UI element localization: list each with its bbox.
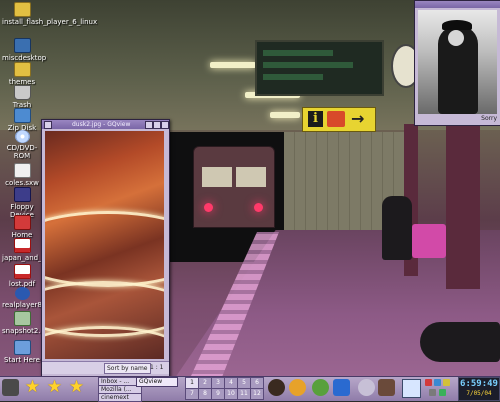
workspace-12[interactable]: 12 <box>250 388 264 400</box>
desktop-icon-label: realplayer8 <box>2 301 42 309</box>
wallpaper-lying-person <box>420 322 500 362</box>
wallpaper-departure-board <box>255 40 384 96</box>
window-menu-button[interactable] <box>44 121 52 129</box>
folder-icon <box>13 2 31 17</box>
wallpaper-pillar <box>446 124 480 289</box>
image-viewer-window[interactable]: Sorry <box>414 0 500 126</box>
star-launcher-icon[interactable]: ★ <box>24 378 41 396</box>
apple-launcher-icon[interactable] <box>312 379 329 396</box>
image-swirl <box>45 326 164 359</box>
desktop-icon-lost-pdf[interactable]: lost.pdf <box>2 264 42 288</box>
desktop-icon-label: install_flash_player_6_linux <box>2 18 98 26</box>
workspace-10[interactable]: 10 <box>224 388 238 400</box>
wallpaper-info-sign: i → <box>302 107 376 132</box>
wallpaper-train <box>193 146 275 228</box>
tray-weather-icon[interactable] <box>443 379 450 386</box>
image-viewer-label: Sorry <box>481 115 497 122</box>
tray-update-icon[interactable] <box>439 389 446 396</box>
wing-launcher-icon[interactable] <box>358 379 375 396</box>
desktop-icon-japan-pdf[interactable]: japan_and_korea.pdf <box>2 238 75 262</box>
gqview-window-title: dusk2.jpg - GQview <box>72 121 131 128</box>
taskbar-item-cinemext[interactable]: cinemext <box>98 393 142 402</box>
display-settings-icon[interactable] <box>402 379 421 398</box>
image-count: 1 : 1 <box>150 364 164 371</box>
desktop-icon-trash[interactable]: Trash <box>2 85 42 109</box>
floppy-icon <box>13 187 31 202</box>
maximize-button[interactable] <box>153 121 161 129</box>
wallpaper-light <box>210 62 256 68</box>
tray-volume-icon[interactable] <box>434 379 441 386</box>
desktop-icon-home[interactable]: Home <box>2 215 42 239</box>
workspace-11[interactable]: 11 <box>237 388 251 400</box>
pdf-icon <box>13 264 31 279</box>
image-swirl <box>45 211 164 287</box>
workspace-7[interactable]: 7 <box>185 388 199 400</box>
messenger-launcher-icon[interactable] <box>333 379 350 396</box>
pdf-icon <box>13 238 31 253</box>
wallpaper-seated-person <box>382 196 412 260</box>
clock-date: 7/05/04 <box>466 390 492 397</box>
monitor-icon <box>13 38 31 53</box>
image-icon <box>13 311 31 326</box>
panel-clock[interactable]: 6:59:49 7/05/04 <box>458 377 500 401</box>
gqview-titlebar[interactable]: dusk2.jpg - GQview <box>42 120 169 129</box>
desktop-icon-label: coles.sxw <box>5 179 39 187</box>
home-icon <box>13 215 31 230</box>
desktop-icon-realplayer8[interactable]: realplayer8 <box>2 287 42 309</box>
gqview-window[interactable]: dusk2.jpg - GQview Sort by name 1 : 1 <box>41 119 170 378</box>
gimp-launcher-icon[interactable] <box>268 379 285 396</box>
gqview-image-view[interactable] <box>45 131 164 359</box>
desktop-icon-snapshot2[interactable]: snapshot2.png <box>2 311 54 335</box>
minimize-button[interactable] <box>145 121 153 129</box>
sort-by-name-button[interactable]: Sort by name <box>104 363 151 374</box>
workspace-8[interactable]: 8 <box>198 388 212 400</box>
desktop-icon-zip-disk[interactable]: Zip Disk <box>2 108 42 132</box>
sword-launcher-icon[interactable] <box>378 379 395 396</box>
taskbar-item-gqview[interactable]: GQview <box>136 377 178 387</box>
trash-icon <box>13 85 31 100</box>
clock-time: 6:59:49 <box>460 379 498 389</box>
realplayer-icon <box>14 287 30 300</box>
desktop-icon-miscdesktop[interactable]: miscdesktop <box>2 38 46 62</box>
desktop-icon-install-flash[interactable]: install_flash_player_6_linux <box>2 2 97 26</box>
cdrom-icon <box>14 130 30 143</box>
wallpaper-bench <box>412 224 446 258</box>
folder-icon <box>13 62 31 77</box>
desktop-icon-label: Start Here <box>4 356 40 364</box>
star-launcher-icon[interactable]: ★ <box>46 378 63 396</box>
tray-battery-icon[interactable] <box>429 389 436 396</box>
tray-network-icon[interactable] <box>425 379 432 386</box>
desktop-icon-start-here[interactable]: Start Here <box>2 340 42 364</box>
desktop-icon-cdrom[interactable]: CD/DVD-ROM <box>2 130 42 160</box>
close-button[interactable] <box>161 121 169 129</box>
document-icon <box>13 163 31 178</box>
desktop-icon-coles-sxw[interactable]: coles.sxw <box>2 163 42 187</box>
wallpaper-light <box>270 112 300 118</box>
desktop-icon-themes[interactable]: themes <box>2 62 42 86</box>
gqview-statusbar: Sort by name 1 : 1 <box>42 361 169 374</box>
star-launcher-icon[interactable]: ★ <box>68 378 85 396</box>
desktop-icon-label: miscdesktop <box>2 54 47 62</box>
start-here-icon <box>13 340 31 355</box>
firefox-launcher-icon[interactable] <box>289 379 306 396</box>
main-menu-icon[interactable] <box>2 379 19 396</box>
image-viewer-titlebar[interactable] <box>415 1 500 8</box>
zip-disk-icon <box>13 108 31 123</box>
workspace-9[interactable]: 9 <box>211 388 225 400</box>
desktop-icon-label: CD/DVD-ROM <box>6 144 38 160</box>
image-viewer-picture <box>418 10 497 114</box>
